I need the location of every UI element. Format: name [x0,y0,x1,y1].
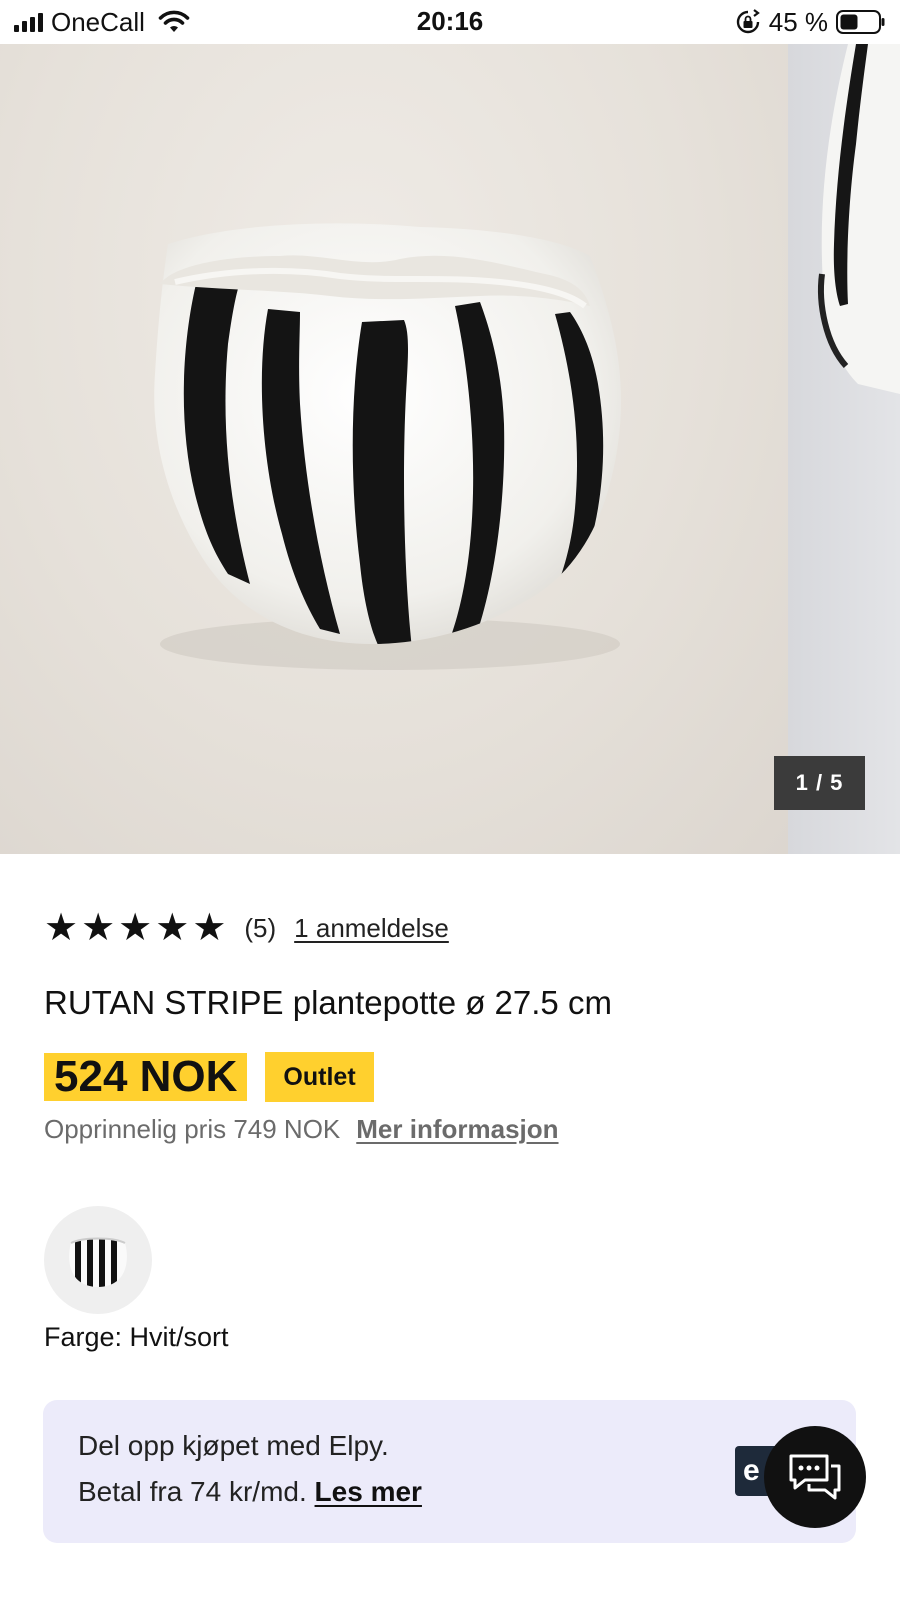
swatch-pot-thumbnail [69,1237,127,1287]
status-right: 45 % [735,0,886,44]
read-more-link[interactable]: Les mer [315,1476,422,1507]
color-label: Farge: Hvit/sort [44,1322,229,1352]
star-icon: ★ [192,907,227,949]
more-info-link[interactable]: Mer informasjon [356,1114,558,1145]
wifi-icon [158,10,190,32]
original-price: Opprinnelig pris 749 NOK [44,1114,341,1144]
reviews-link[interactable]: 1 anmeldelse [294,913,449,944]
product-photo[interactable] [0,44,788,854]
signal-icon [14,12,43,32]
elpy-financing-banner: Del opp kjøpet med Elpy. Betal fra 74 kr… [43,1400,856,1543]
rating-row: ★ ★ ★ ★ ★ (5) 1 anmeldelse [44,906,449,950]
rating-stars: ★ ★ ★ ★ ★ [44,909,226,947]
carrier-name: OneCall [51,6,145,37]
chat-icon [789,1454,841,1500]
next-product-photo-preview[interactable] [788,44,900,854]
star-icon: ★ [155,907,190,949]
elpy-text-line1: Del opp kjøpet med Elpy. [78,1430,389,1461]
outlet-badge: Outlet [265,1052,374,1102]
chat-button[interactable] [764,1426,866,1528]
battery-icon [836,10,885,34]
image-counter: 1 / 5 [774,756,865,810]
product-title: RUTAN STRIPE plantepotte ø 27.5 cm [44,984,612,1021]
product-image-gallery[interactable]: 1 / 5 [0,44,900,854]
status-bar: OneCall 20:16 45 % [0,0,900,44]
rotation-lock-icon [736,9,760,34]
color-swatch[interactable] [44,1206,152,1314]
elpy-payment-text: Betal fra 74 kr/md. [78,1476,307,1507]
status-left: OneCall [14,0,191,44]
next-pot-image [818,44,900,394]
elpy-text-line2: Betal fra 74 kr/md. Les mer [78,1476,422,1508]
price: 524 NOK [44,1053,248,1101]
battery-percentage: 45 % [768,6,828,37]
price-row: 524 NOK Outlet [44,1052,374,1102]
star-icon: ★ [81,907,116,949]
original-price-row: Opprinnelig pris 749 NOK Mer informasjon [44,1114,559,1145]
star-icon: ★ [118,907,153,949]
rating-count: (5) [244,912,277,943]
star-icon: ★ [44,907,79,949]
plant-pot-image [154,223,622,670]
